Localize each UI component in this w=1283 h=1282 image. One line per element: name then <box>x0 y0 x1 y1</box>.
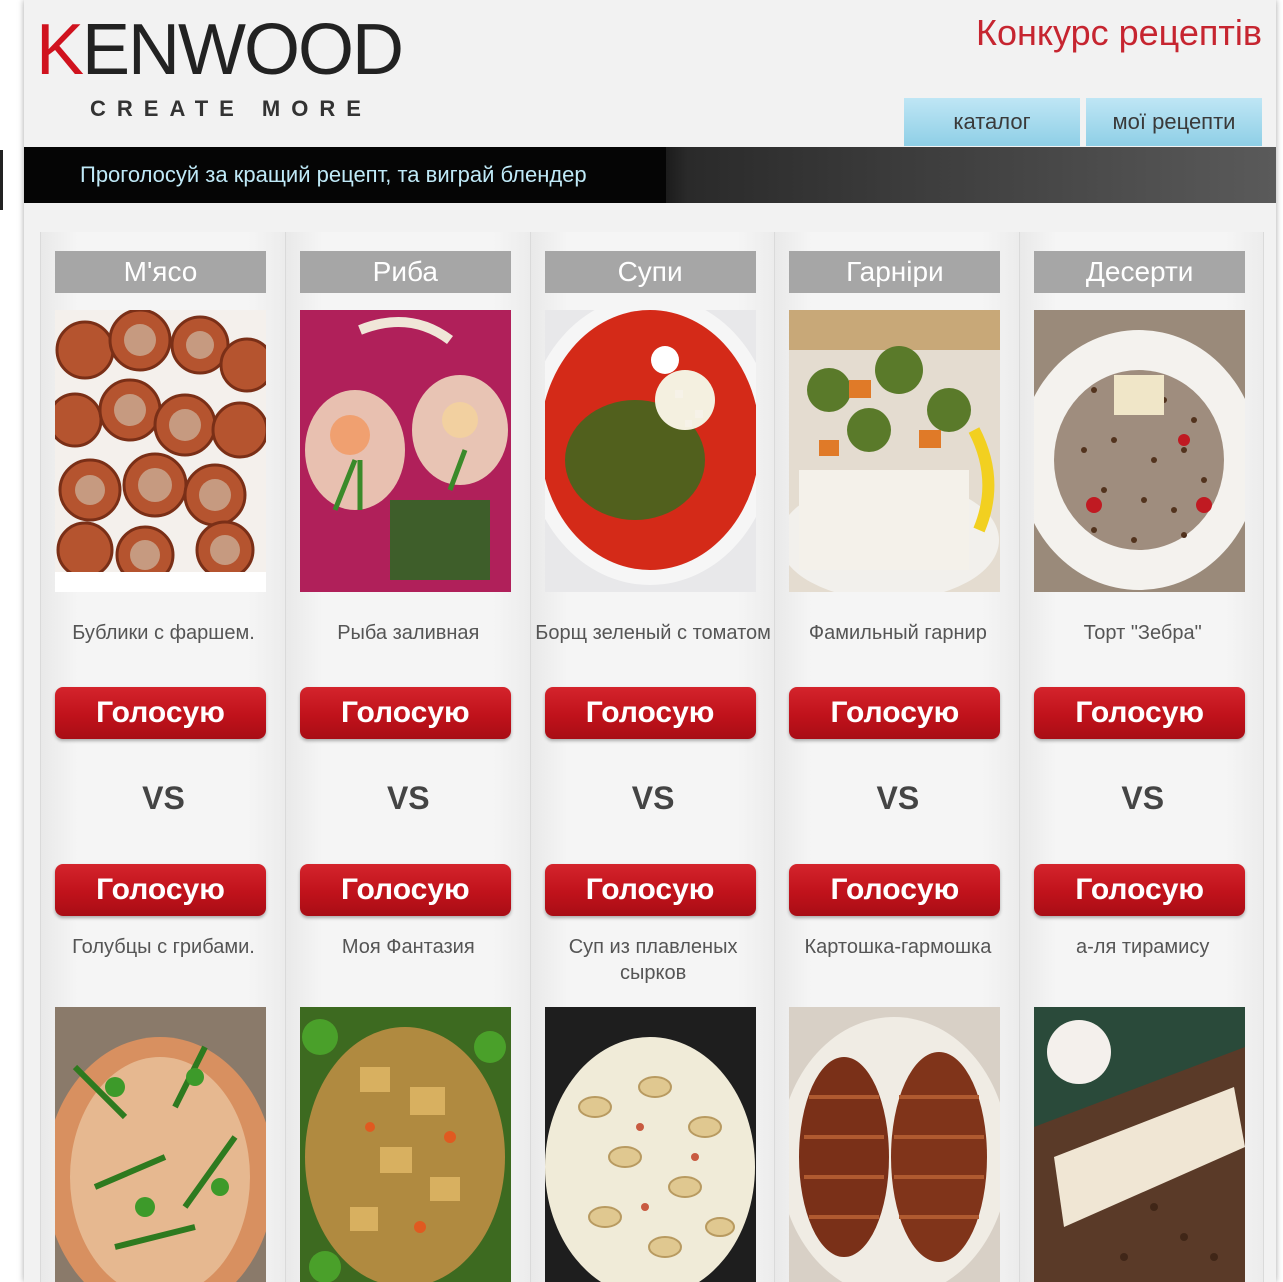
vs-label: VS <box>876 780 920 816</box>
fantasy-dish-photo <box>299 1007 511 1282</box>
category-header: Десерти <box>1034 251 1246 293</box>
recipe-name[interactable]: Картошка-гармошка <box>779 934 1016 960</box>
recipe-name[interactable]: Борщ зеленый с томатом <box>535 620 772 646</box>
recipe-name[interactable]: Моя Фантазия <box>290 934 527 960</box>
promo-banner-text: Проголосуй за кращий рецепт, та виграй б… <box>80 162 587 187</box>
accordion-potato-photo <box>789 1007 1001 1282</box>
logo-wordmark: KENWOOD <box>36 10 404 90</box>
tiramisu-photo <box>1034 1007 1246 1282</box>
vs-label: VS <box>631 780 675 816</box>
category-column-fish: Риба Рыба заливная Голосую VS Голосую Мо… <box>284 232 530 1282</box>
recipe-name[interactable]: Фамильный гарнир <box>779 620 1016 646</box>
category-header: Риба <box>299 251 511 293</box>
logo-k-letter: K <box>36 10 84 90</box>
recipe-photo[interactable] <box>299 1007 511 1282</box>
vote-button[interactable]: Голосую <box>1034 687 1246 739</box>
kenwood-logo[interactable]: KENWOOD CREATE MORE <box>36 10 404 122</box>
vote-button[interactable]: Голосую <box>544 864 756 916</box>
catalog-button[interactable]: каталог <box>904 98 1080 146</box>
logo-tagline: CREATE MORE <box>90 96 372 121</box>
vote-button[interactable]: Голосую <box>1034 864 1246 916</box>
recipe-name[interactable]: Торт "Зебра" <box>1024 620 1261 646</box>
contest-title: Конкурс рецептів <box>975 12 1262 53</box>
cheese-soup-photo <box>544 1007 756 1282</box>
recipe-photo[interactable] <box>789 310 1001 592</box>
recipe-name[interactable]: Голубцы с грибами. <box>45 934 282 960</box>
my-recipes-button[interactable]: мої рецепти <box>1086 98 1262 146</box>
promo-banner-inner: Проголосуй за кращий рецепт, та виграй б… <box>24 147 666 203</box>
vote-button[interactable]: Голосую <box>789 864 1001 916</box>
recipe-photo[interactable] <box>55 310 266 592</box>
category-column-garnishes: Гарніри Фамильный гарнир Голосую VS Голо… <box>774 232 1020 1282</box>
recipe-photo[interactable] <box>789 1007 1001 1282</box>
vote-button[interactable]: Голосую <box>55 687 266 739</box>
zebra-cake-photo <box>1034 310 1246 592</box>
vote-button[interactable]: Голосую <box>299 687 511 739</box>
recipe-grid: М'ясо Бублики с фаршем. Голосую VS Голос… <box>40 232 1264 1282</box>
recipe-photo[interactable] <box>299 310 511 592</box>
recipe-photo[interactable] <box>544 1007 756 1282</box>
recipe-name[interactable]: а-ля тирамису <box>1024 934 1261 960</box>
vote-button[interactable]: Голосую <box>299 864 511 916</box>
fish-aspic-photo <box>299 310 511 592</box>
category-column-soups: Супи Борщ зеленый с томатом Голосую VS Г… <box>529 232 775 1282</box>
logo-word-rest: ENWOOD <box>82 10 404 90</box>
vote-button[interactable]: Голосую <box>544 687 756 739</box>
borscht-photo <box>544 310 756 592</box>
category-column-meat: М'ясо Бублики с фаршем. Голосую VS Голос… <box>40 232 285 1282</box>
recipe-photo[interactable] <box>1034 310 1246 592</box>
recipe-name[interactable]: Суп из плавленых сырков <box>535 934 772 986</box>
category-header: Супи <box>544 251 756 293</box>
category-header: М'ясо <box>55 251 266 293</box>
window-edge-marker <box>0 150 3 210</box>
recipe-photo[interactable] <box>55 1007 266 1282</box>
vs-label: VS <box>1121 780 1165 816</box>
vote-button[interactable]: Голосую <box>55 864 266 916</box>
promo-banner: Проголосуй за кращий рецепт, та виграй б… <box>24 147 1276 203</box>
recipe-photo[interactable] <box>544 310 756 592</box>
category-header: Гарніри <box>789 251 1001 293</box>
family-garnish-photo <box>789 310 1001 592</box>
cabbage-rolls-photo <box>55 1007 266 1282</box>
vs-label: VS <box>386 780 430 816</box>
category-column-desserts: Десерти Торт "Зебра" Голосую VS Голосую … <box>1019 232 1264 1282</box>
meat-rings-photo <box>55 310 266 592</box>
recipe-name[interactable]: Рыба заливная <box>290 620 527 646</box>
recipe-name[interactable]: Бублики с фаршем. <box>45 620 282 646</box>
vote-button[interactable]: Голосую <box>789 687 1001 739</box>
contest-page: KENWOOD CREATE MORE Конкурс рецептів кат… <box>24 0 1276 1282</box>
top-nav: каталог мої рецепти <box>904 98 1262 146</box>
recipe-photo[interactable] <box>1034 1007 1246 1282</box>
vs-label: VS <box>142 780 185 816</box>
